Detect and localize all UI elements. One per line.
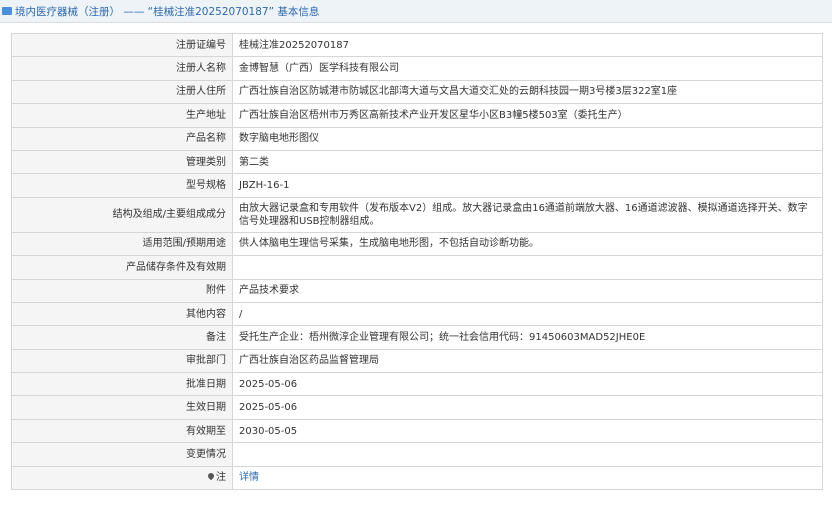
row-value: 2025-05-06 bbox=[232, 395, 823, 420]
row-label: 审批部门 bbox=[11, 348, 233, 374]
row-value: JBZH-16-1 bbox=[232, 173, 823, 198]
table-row: 注册人名称 金博智慧（广西）医学科技有限公司 bbox=[11, 56, 823, 81]
pin-icon bbox=[206, 472, 216, 481]
row-label: 注册证编号 bbox=[11, 32, 233, 58]
row-label: 管理类别 bbox=[11, 149, 233, 175]
table-row: 有效期至 2030-05-05 bbox=[11, 418, 823, 444]
table-row: 变更情况 bbox=[11, 442, 823, 467]
row-value: 产品技术要求 bbox=[232, 278, 823, 303]
page-title: 境内医疗器械（注册） —— “桂械注准20252070187” 基本信息 bbox=[15, 5, 320, 18]
row-value: 第二类 bbox=[232, 149, 823, 175]
folder-icon bbox=[2, 7, 12, 15]
row-label: 型号规格 bbox=[11, 173, 233, 198]
table-row: 适用范围/预期用途 供人体脑电生理信号采集，生成脑电地形图，不包括自动诊断功能。 bbox=[11, 231, 823, 257]
row-value: 供人体脑电生理信号采集，生成脑电地形图，不包括自动诊断功能。 bbox=[232, 231, 823, 257]
row-label: 生效日期 bbox=[11, 395, 233, 420]
row-label: 注 bbox=[216, 472, 226, 484]
table-row: 审批部门 广西壮族自治区药品监督管理局 bbox=[11, 348, 823, 374]
row-value: 金博智慧（广西）医学科技有限公司 bbox=[232, 56, 823, 81]
table-row: 生产地址 广西壮族自治区梧州市万秀区高新技术产业开发区星华小区B3幢5楼503室… bbox=[11, 103, 823, 128]
table-row: 管理类别 第二类 bbox=[11, 149, 823, 175]
row-value: 详情 bbox=[232, 465, 823, 491]
row-label: 备注 bbox=[11, 325, 233, 350]
row-label: 其他内容 bbox=[11, 301, 233, 327]
table-row: 产品名称 数字脑电地形图仪 bbox=[11, 126, 823, 151]
row-value bbox=[232, 255, 823, 280]
row-value: 广西壮族自治区药品监督管理局 bbox=[232, 348, 823, 374]
table-row: 生效日期 2025-05-06 bbox=[11, 395, 823, 420]
row-label: 有效期至 bbox=[11, 418, 233, 444]
row-value: 2030-05-05 bbox=[232, 418, 823, 444]
table-row: 其他内容 / bbox=[11, 301, 823, 327]
row-label: 注册人住所 bbox=[11, 79, 233, 105]
page-header: 境内医疗器械（注册） —— “桂械注准20252070187” 基本信息 bbox=[0, 0, 832, 23]
row-value bbox=[232, 442, 823, 467]
table-row: 注 详情 bbox=[11, 465, 823, 491]
table-row: 结构及组成/主要组成成分 由放大器记录盒和专用软件（发布版本V2）组成。放大器记… bbox=[11, 196, 823, 233]
row-value: 数字脑电地形图仪 bbox=[232, 126, 823, 151]
table-row: 注册证编号 桂械注准20252070187 bbox=[11, 32, 823, 58]
row-label: 产品名称 bbox=[11, 126, 233, 151]
row-value: 广西壮族自治区防城港市防城区北部湾大道与文昌大道交汇处的云朗科技园一期3号楼3层… bbox=[232, 79, 823, 105]
row-label: 变更情况 bbox=[11, 442, 233, 467]
row-value: 2025-05-06 bbox=[232, 372, 823, 397]
row-label: 结构及组成/主要组成成分 bbox=[11, 196, 233, 233]
row-value: 广西壮族自治区梧州市万秀区高新技术产业开发区星华小区B3幢5楼503室（委托生产… bbox=[232, 103, 823, 128]
row-value: 由放大器记录盒和专用软件（发布版本V2）组成。放大器记录盒由16通道前端放大器、… bbox=[232, 196, 823, 233]
table-row: 型号规格 JBZH-16-1 bbox=[11, 173, 823, 198]
row-label: 批准日期 bbox=[11, 372, 233, 397]
row-label: 生产地址 bbox=[11, 103, 233, 128]
table-row: 附件 产品技术要求 bbox=[11, 278, 823, 303]
row-label: 附件 bbox=[11, 278, 233, 303]
row-label: 注册人名称 bbox=[11, 56, 233, 81]
row-label: 产品储存条件及有效期 bbox=[11, 255, 233, 280]
table-row: 批准日期 2025-05-06 bbox=[11, 372, 823, 397]
row-label: 适用范围/预期用途 bbox=[11, 231, 233, 257]
details-link[interactable]: 详情 bbox=[239, 472, 259, 483]
row-value: / bbox=[232, 301, 823, 327]
table-row: 产品储存条件及有效期 bbox=[11, 255, 823, 280]
table-row: 备注 受托生产企业：梧州微淳企业管理有限公司；统一社会信用代码：91450603… bbox=[11, 325, 823, 350]
table-row: 注册人住所 广西壮族自治区防城港市防城区北部湾大道与文昌大道交汇处的云朗科技园一… bbox=[11, 79, 823, 105]
row-value: 桂械注准20252070187 bbox=[232, 32, 823, 58]
detail-table: 注册证编号 桂械注准20252070187 注册人名称 金博智慧（广西）医学科技… bbox=[11, 32, 823, 491]
note-label-cell: 注 bbox=[11, 465, 233, 491]
row-value: 受托生产企业：梧州微淳企业管理有限公司；统一社会信用代码：91450603MAD… bbox=[232, 325, 823, 350]
